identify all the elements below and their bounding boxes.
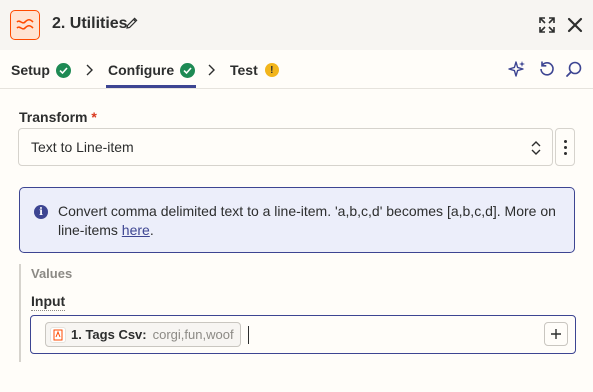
warning-icon: ! — [264, 63, 279, 77]
required-marker: * — [91, 109, 97, 125]
kebab-dot — [563, 145, 567, 149]
plus-icon — [551, 329, 561, 339]
chevron-right-icon — [86, 64, 93, 76]
kebab-dot — [563, 151, 567, 155]
expand-icon[interactable] — [538, 16, 556, 34]
sparkle-icon[interactable] — [508, 60, 526, 78]
transform-label-text: Transform — [19, 109, 88, 125]
close-icon[interactable] — [567, 17, 583, 33]
tab-test[interactable]: Test ! — [230, 62, 279, 78]
chevron-right-icon — [208, 64, 215, 76]
input-field[interactable]: 1. Tags Csv: corgi,fun,woof — [30, 315, 576, 354]
check-circle-icon — [180, 62, 196, 78]
input-label: Input — [31, 293, 66, 311]
values-section-label: Values — [31, 266, 73, 281]
info-suffix: . — [149, 222, 154, 238]
check-circle-icon — [55, 62, 71, 78]
step-header: 2. Utilities — [0, 0, 593, 50]
step-tabs: Setup Configure Test ! — [0, 50, 593, 89]
chevron-up-down-icon — [531, 141, 541, 155]
search-icon[interactable] — [565, 60, 583, 78]
text-caret — [248, 326, 249, 344]
info-here-link[interactable]: here — [122, 222, 150, 238]
transform-select-value: Text to Line-item — [31, 139, 134, 155]
info-icon: i — [34, 205, 48, 219]
tab-configure[interactable]: Configure — [108, 62, 196, 78]
mapped-field-pill[interactable]: 1. Tags Csv: corgi,fun,woof — [45, 322, 241, 347]
transform-label: Transform * — [19, 109, 97, 125]
utilities-icon — [10, 10, 40, 40]
values-section-bar — [19, 264, 21, 362]
step-title[interactable]: 2. Utilities — [52, 15, 128, 33]
more-options-button[interactable] — [555, 128, 575, 166]
app-step-icon — [50, 326, 66, 343]
refresh-icon[interactable] — [538, 60, 556, 78]
insert-data-button[interactable] — [544, 322, 568, 346]
tab-test-label: Test — [230, 62, 258, 78]
kebab-dot — [563, 139, 567, 143]
active-tab-indicator — [106, 85, 196, 88]
tab-configure-label: Configure — [108, 62, 175, 78]
pencil-icon[interactable] — [125, 16, 139, 30]
pill-key: 1. Tags Csv: — [71, 327, 147, 342]
transform-select[interactable]: Text to Line-item — [18, 128, 553, 166]
info-text: Convert comma delimited text to a line-i… — [58, 202, 568, 240]
tab-setup[interactable]: Setup — [11, 62, 71, 78]
info-callout: i Convert comma delimited text to a line… — [19, 187, 575, 253]
tab-setup-label: Setup — [11, 62, 50, 78]
pill-value: corgi,fun,woof — [152, 327, 234, 342]
